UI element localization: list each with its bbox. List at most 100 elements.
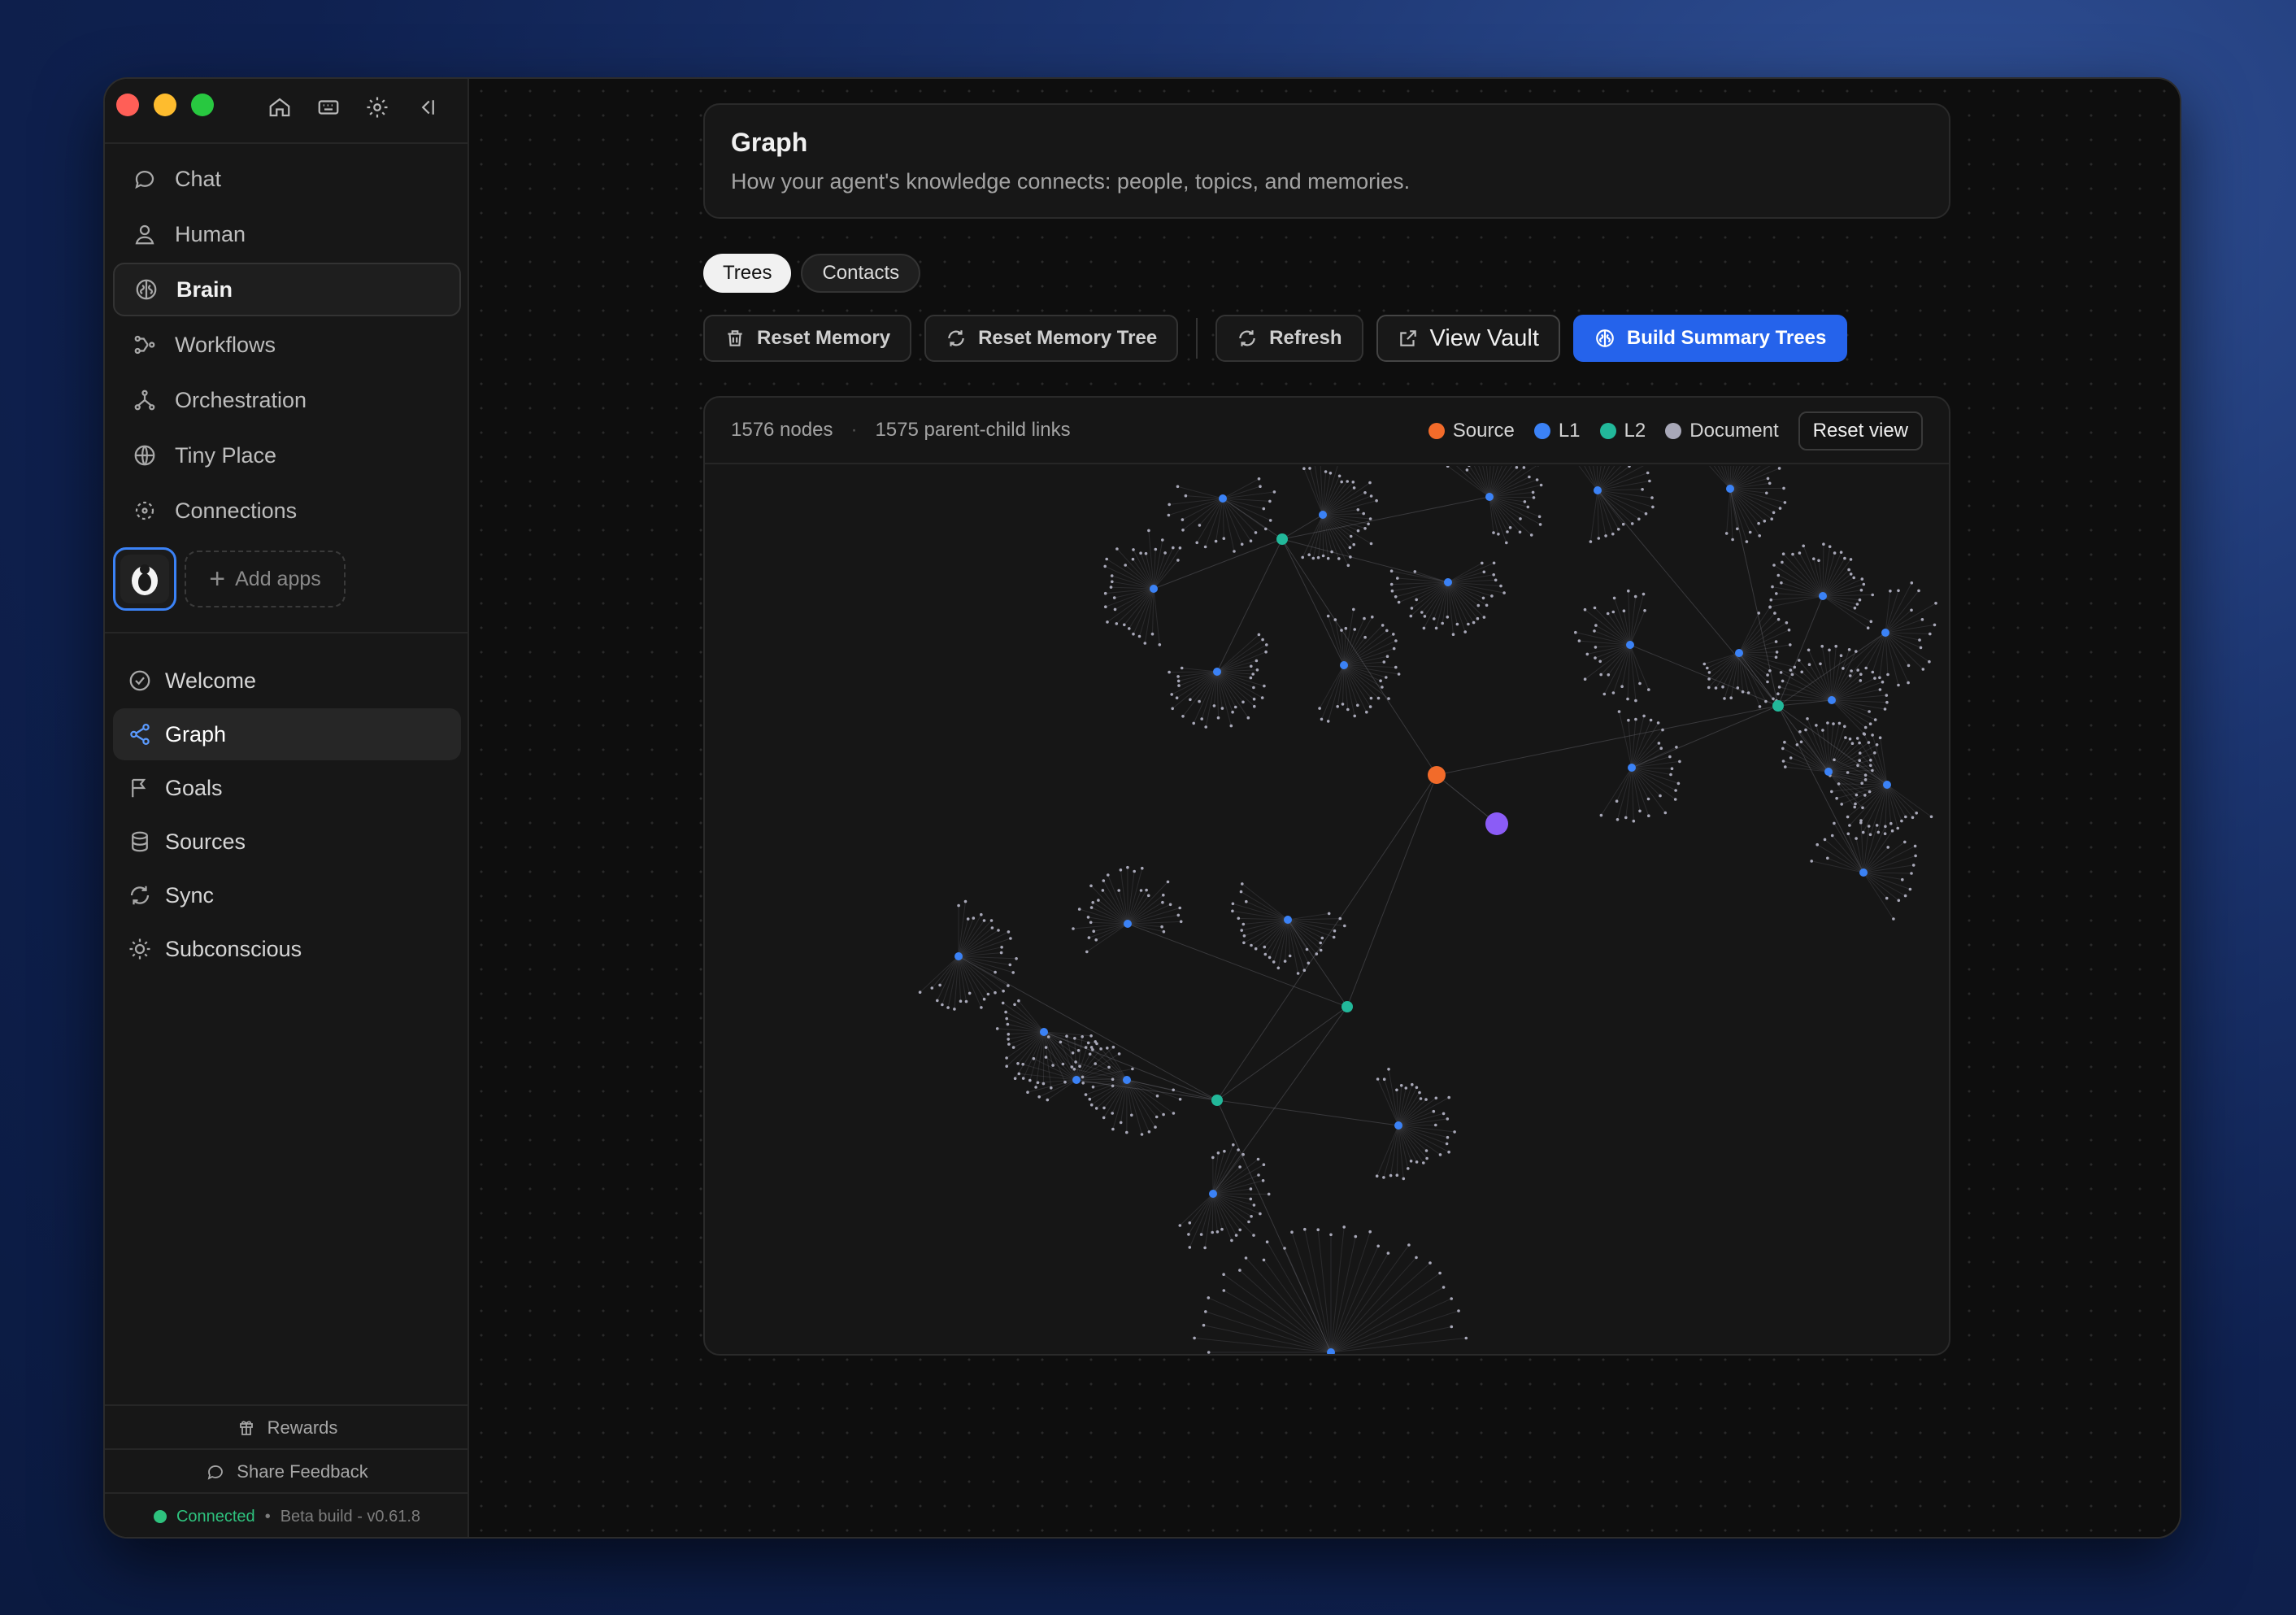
zoom-window-button[interactable]	[191, 94, 214, 116]
document-node	[1160, 925, 1163, 929]
flag-icon	[132, 778, 146, 798]
document-node	[1804, 728, 1807, 732]
subnav-item-label: Sync	[165, 882, 215, 908]
document-node	[1638, 681, 1642, 686]
document-node	[1222, 1289, 1226, 1292]
status-bar: Connected • Beta build - v0.61.8	[105, 1492, 469, 1537]
document-node	[1223, 1149, 1226, 1153]
page-title: Graph	[731, 128, 808, 157]
nav-item-orchestration[interactable]: Orchestration	[113, 373, 461, 427]
sync-icon	[130, 886, 150, 905]
document-node	[1915, 812, 1918, 815]
document-node	[1766, 673, 1769, 677]
build-summary-trees-button[interactable]: Build Summary Trees	[1572, 315, 1848, 362]
share-feedback-link[interactable]: Share Feedback	[105, 1450, 469, 1494]
document-node	[1420, 611, 1424, 614]
document-node	[1885, 700, 1889, 704]
document-node	[1397, 600, 1401, 604]
document-node	[1539, 483, 1543, 487]
document-node	[1868, 833, 1872, 837]
document-node	[1482, 570, 1486, 574]
add-apps-button[interactable]: + Add apps	[185, 551, 346, 607]
orchestration-icon	[134, 390, 155, 411]
document-node	[1933, 623, 1937, 627]
document-node	[1594, 624, 1598, 627]
document-node	[1220, 707, 1224, 710]
document-node	[1215, 1230, 1220, 1234]
document-node	[1107, 1065, 1111, 1069]
subnav-item-welcome[interactable]: Welcome	[113, 655, 461, 707]
l1-node	[1150, 585, 1158, 593]
document-node	[1789, 756, 1793, 760]
home-icon[interactable]	[267, 95, 292, 120]
document-node	[1859, 679, 1863, 682]
document-node	[1268, 519, 1272, 522]
document-node	[1337, 474, 1342, 478]
graph-canvas[interactable]	[705, 466, 1949, 1356]
document-node	[1506, 530, 1509, 533]
nav-item-chat[interactable]: Chat	[113, 152, 461, 206]
document-node	[1311, 556, 1315, 560]
nav-item-tiny-place[interactable]: Tiny Place	[113, 429, 461, 482]
document-node	[1862, 582, 1866, 586]
document-node	[1780, 581, 1783, 585]
view-vault-button[interactable]: View Vault	[1376, 315, 1560, 362]
document-node	[1254, 947, 1258, 951]
document-node	[1409, 614, 1413, 618]
nav-item-human[interactable]: Human	[113, 207, 461, 261]
collapse-sidebar-icon[interactable]	[414, 95, 438, 120]
document-node	[1585, 652, 1589, 656]
l1-node	[1040, 1028, 1048, 1036]
document-node	[1051, 1064, 1055, 1067]
reset-memory-button[interactable]: Reset Memory	[703, 315, 912, 362]
minimize-window-button[interactable]	[154, 94, 176, 116]
reset-view-button[interactable]: Reset view	[1798, 411, 1923, 451]
document-node	[1465, 468, 1469, 472]
document-node	[1161, 900, 1164, 904]
document-node	[1736, 527, 1739, 531]
document-node	[1723, 697, 1726, 700]
subnav-item-goals[interactable]: Goals	[113, 762, 461, 814]
document-node	[1154, 1125, 1157, 1129]
document-node	[1620, 685, 1624, 688]
subnav-item-graph[interactable]: Graph	[113, 708, 461, 760]
close-window-button[interactable]	[116, 94, 139, 116]
nav-item-brain[interactable]: Brain	[113, 263, 461, 316]
nav-item-workflows[interactable]: Workflows	[113, 318, 461, 372]
document-node	[1634, 717, 1637, 721]
tab-trees[interactable]: Trees	[703, 254, 792, 293]
document-node	[1094, 938, 1098, 942]
subnav-item-subconscious[interactable]: Subconscious	[113, 923, 461, 975]
nav-item-connections[interactable]: Connections	[113, 484, 461, 538]
reset-memory-tree-button[interactable]: Reset Memory Tree	[924, 315, 1179, 362]
document-node	[1859, 819, 1863, 822]
nav-item-label: Workflows	[175, 332, 276, 357]
subnav-item-sync[interactable]: Sync	[113, 869, 461, 921]
tab-contacts[interactable]: Contacts	[801, 254, 921, 293]
app-icon-button[interactable]	[113, 547, 176, 611]
gear-icon[interactable]	[365, 95, 389, 120]
source-node	[1428, 766, 1446, 784]
document-node	[1161, 538, 1164, 542]
document-node	[1721, 685, 1724, 689]
document-node	[1871, 593, 1874, 597]
document-node	[1657, 742, 1661, 745]
rewards-link[interactable]: Rewards	[105, 1406, 469, 1450]
document-node	[1921, 668, 1925, 671]
subnav-item-sources[interactable]: Sources	[113, 816, 461, 868]
document-node	[1272, 960, 1276, 964]
keyboard-icon[interactable]	[316, 95, 341, 120]
document-node	[1283, 1247, 1286, 1250]
document-node	[1858, 751, 1862, 755]
document-node	[1133, 869, 1136, 873]
document-node	[1333, 618, 1337, 621]
document-node	[1021, 1077, 1025, 1080]
document-node	[1102, 1116, 1106, 1120]
document-node	[1086, 1041, 1090, 1045]
subnav-item-label: Goals	[165, 775, 223, 800]
document-node	[1072, 1068, 1076, 1071]
document-node	[1868, 710, 1871, 713]
document-node	[1772, 511, 1776, 515]
refresh-button[interactable]: Refresh	[1215, 315, 1363, 362]
app-window: Chat Human Brain Workflows Orchestration…	[103, 77, 2181, 1539]
